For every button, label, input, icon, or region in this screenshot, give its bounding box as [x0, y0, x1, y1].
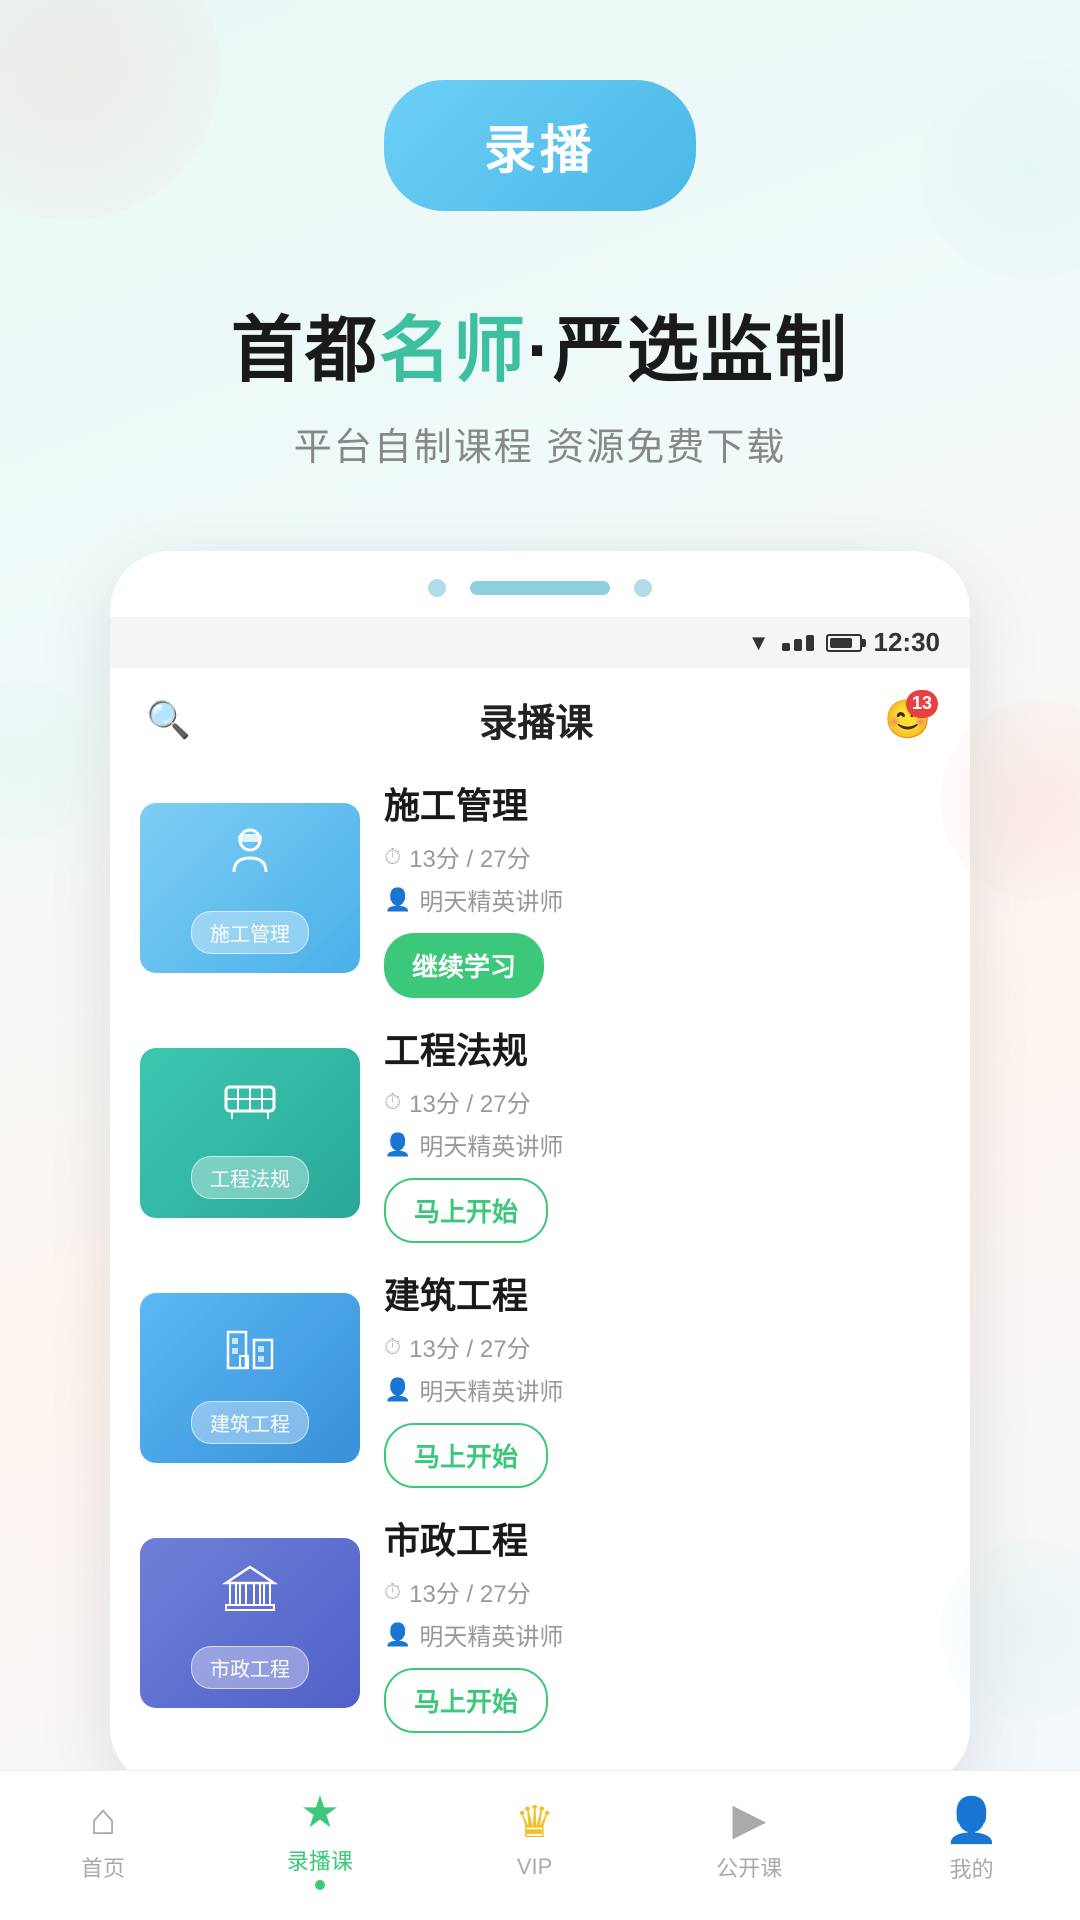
course-list: 施工管理 施工管理 ⏱ 13分 / 27分 👤 明天精英讲师 继续学习 — [110, 767, 970, 1767]
bottom-nav: ⌂ 首页 ★ 录播课 ♛ VIP ▶ 公开课 👤 我的 — [0, 1770, 1080, 1920]
course-item-4[interactable]: 市政工程 市政工程 ⏱ 13分 / 27分 👤 明天精英讲师 马上开始 — [140, 1512, 940, 1733]
phone-dot-right — [634, 579, 652, 597]
nav-label-public-course: 公开课 — [716, 1851, 782, 1883]
clock-icon-3: ⏱ — [384, 1334, 401, 1360]
public-course-icon: ▶ — [732, 1794, 766, 1845]
course-action-2[interactable]: 马上开始 — [384, 1178, 940, 1243]
course-duration-3: ⏱ 13分 / 27分 — [384, 1329, 940, 1364]
thumb-label-3: 建筑工程 — [191, 1401, 309, 1444]
start-button-3[interactable]: 马上开始 — [384, 1423, 548, 1488]
thumb-svg-icon-3 — [218, 1312, 282, 1391]
nav-item-vip[interactable]: ♛ VIP — [515, 1797, 554, 1880]
nav-item-public-course[interactable]: ▶ 公开课 — [716, 1794, 782, 1883]
phone-mockup: ▼ 12:30 🔍 录播课 😊 13 — [110, 551, 970, 1787]
course-thumb-2: 工程法规 — [140, 1048, 360, 1218]
course-teacher-3: 👤 明天精英讲师 — [384, 1372, 940, 1407]
course-item-3[interactable]: 建筑工程 建筑工程 ⏱ 13分 / 27分 👤 明天精英讲师 马上开始 — [140, 1267, 940, 1488]
teacher-icon-3: 👤 — [384, 1377, 411, 1403]
duration-text-3: 13分 / 27分 — [409, 1329, 530, 1364]
thumb-label-1: 施工管理 — [191, 911, 309, 954]
thumb-svg-icon-1 — [218, 822, 282, 901]
course-thumb-1: 施工管理 — [140, 803, 360, 973]
course-meta-3: ⏱ 13分 / 27分 👤 明天精英讲师 — [384, 1329, 940, 1407]
course-duration-1: ⏱ 13分 / 27分 — [384, 839, 940, 874]
nav-label-lübo: 录播课 — [287, 1844, 353, 1876]
app-header-title: 录播课 — [479, 692, 593, 747]
lübo-icon: ★ — [300, 1787, 339, 1838]
course-meta-4: ⏱ 13分 / 27分 👤 明天精英讲师 — [384, 1574, 940, 1652]
course-item-1[interactable]: 施工管理 施工管理 ⏱ 13分 / 27分 👤 明天精英讲师 继续学习 — [140, 777, 940, 998]
start-button-4[interactable]: 马上开始 — [384, 1668, 548, 1733]
nav-item-lübo[interactable]: ★ 录播课 — [287, 1787, 353, 1890]
nav-active-dot — [315, 1880, 325, 1890]
teacher-icon-1: 👤 — [384, 887, 411, 913]
nav-label-vip: VIP — [517, 1854, 552, 1880]
phone-top-indicator — [110, 551, 970, 617]
search-icon[interactable]: 🔍 — [146, 699, 191, 741]
phone-bar — [470, 581, 610, 595]
course-teacher-2: 👤 明天精英讲师 — [384, 1127, 940, 1162]
teacher-text-3: 明天精英讲师 — [419, 1372, 563, 1407]
phone-dot-left — [428, 579, 446, 597]
course-title-3: 建筑工程 — [384, 1267, 940, 1319]
battery-icon — [826, 634, 862, 652]
teacher-text-2: 明天精英讲师 — [419, 1127, 563, 1162]
clock-icon-2: ⏱ — [384, 1089, 401, 1115]
continue-button-1[interactable]: 继续学习 — [384, 933, 544, 998]
course-title-4: 市政工程 — [384, 1512, 940, 1564]
course-teacher-4: 👤 明天精英讲师 — [384, 1617, 940, 1652]
duration-text-4: 13分 / 27分 — [409, 1574, 530, 1609]
teacher-text-4: 明天精英讲师 — [419, 1617, 563, 1652]
headline-main: 首都名师·严选监制 — [0, 291, 1080, 396]
nav-label-mine: 我的 — [950, 1852, 994, 1884]
course-info-3: 建筑工程 ⏱ 13分 / 27分 👤 明天精英讲师 马上开始 — [384, 1267, 940, 1488]
course-title-1: 施工管理 — [384, 777, 940, 829]
clock-icon-1: ⏱ — [384, 844, 401, 870]
teacher-icon-2: 👤 — [384, 1132, 411, 1158]
nav-item-mine[interactable]: 👤 我的 — [944, 1794, 999, 1884]
signal-icon — [782, 635, 814, 651]
course-info-4: 市政工程 ⏱ 13分 / 27分 👤 明天精英讲师 马上开始 — [384, 1512, 940, 1733]
course-duration-4: ⏱ 13分 / 27分 — [384, 1574, 940, 1609]
clock-icon-4: ⏱ — [384, 1579, 401, 1605]
duration-text-2: 13分 / 27分 — [409, 1084, 530, 1119]
message-badge: 13 — [906, 690, 938, 718]
start-button-2[interactable]: 马上开始 — [384, 1178, 548, 1243]
thumb-label-2: 工程法规 — [191, 1156, 309, 1199]
thumb-label-4: 市政工程 — [191, 1646, 309, 1689]
course-action-3[interactable]: 马上开始 — [384, 1423, 940, 1488]
vip-icon: ♛ — [515, 1797, 554, 1848]
course-item-2[interactable]: 工程法规 工程法规 ⏱ 13分 / 27分 👤 明天精英讲师 马上开始 — [140, 1022, 940, 1243]
duration-text-1: 13分 / 27分 — [409, 839, 530, 874]
teacher-icon-4: 👤 — [384, 1622, 411, 1648]
status-time: 12:30 — [874, 627, 941, 658]
course-teacher-1: 👤 明天精英讲师 — [384, 882, 940, 917]
course-meta-2: ⏱ 13分 / 27分 👤 明天精英讲师 — [384, 1084, 940, 1162]
wifi-icon: ▼ — [748, 630, 770, 656]
course-info-2: 工程法规 ⏱ 13分 / 27分 👤 明天精英讲师 马上开始 — [384, 1022, 940, 1243]
course-thumb-3: 建筑工程 — [140, 1293, 360, 1463]
thumb-svg-icon-4 — [218, 1557, 282, 1636]
course-duration-2: ⏱ 13分 / 27分 — [384, 1084, 940, 1119]
app-header: 🔍 录播课 😊 13 — [110, 668, 970, 767]
course-action-4[interactable]: 马上开始 — [384, 1668, 940, 1733]
headline-sub: 平台自制课程 资源免费下载 — [0, 416, 1080, 471]
mine-icon: 👤 — [944, 1794, 999, 1846]
course-action-1[interactable]: 继续学习 — [384, 933, 940, 998]
top-lübo-button[interactable]: 录播 — [384, 80, 696, 211]
message-button[interactable]: 😊 13 — [882, 694, 934, 746]
course-info-1: 施工管理 ⏱ 13分 / 27分 👤 明天精英讲师 继续学习 — [384, 777, 940, 998]
course-meta-1: ⏱ 13分 / 27分 👤 明天精英讲师 — [384, 839, 940, 917]
nav-item-home[interactable]: ⌂ 首页 — [81, 1795, 125, 1883]
status-bar: ▼ 12:30 — [110, 617, 970, 668]
home-icon: ⌂ — [90, 1795, 117, 1845]
course-title-2: 工程法规 — [384, 1022, 940, 1074]
course-thumb-4: 市政工程 — [140, 1538, 360, 1708]
nav-label-home: 首页 — [81, 1851, 125, 1883]
teacher-text-1: 明天精英讲师 — [419, 882, 563, 917]
thumb-svg-icon-2 — [218, 1067, 282, 1146]
